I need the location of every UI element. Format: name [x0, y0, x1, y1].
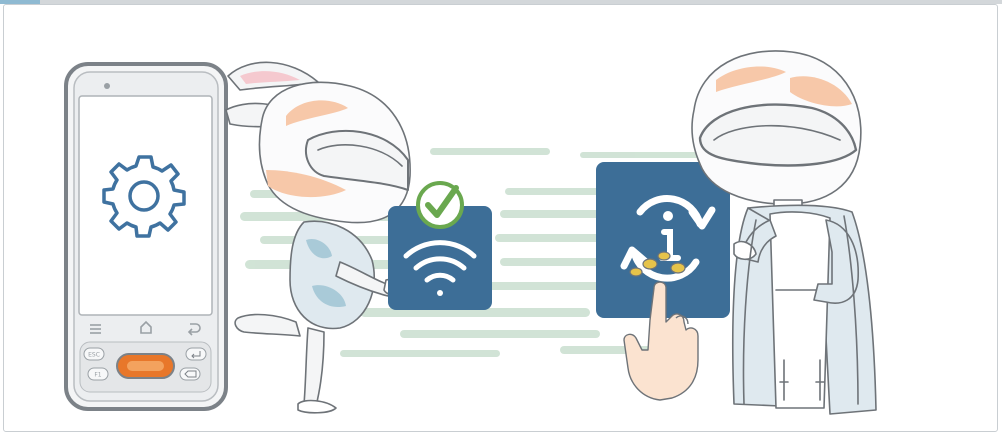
scene: ESC F1	[64, 50, 877, 415]
device-screen	[78, 95, 213, 316]
camera-dot	[104, 83, 110, 89]
scan-key	[116, 353, 175, 379]
svg-text:F1: F1	[94, 372, 101, 379]
checkmark-icon	[416, 181, 464, 229]
illustration-frame: ESC F1	[0, 0, 1002, 435]
svg-text:ESC: ESC	[88, 352, 100, 359]
enter-icon	[185, 347, 207, 361]
fn-key: F1	[87, 367, 109, 381]
esc-key: ESC	[83, 347, 105, 361]
delete-icon	[179, 367, 201, 381]
handheld-device: ESC F1	[64, 62, 228, 411]
